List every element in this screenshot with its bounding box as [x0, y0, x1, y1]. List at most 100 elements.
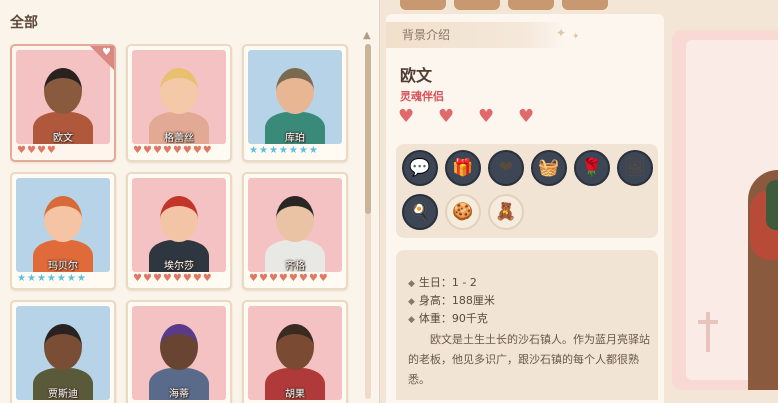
portrait-head: [160, 68, 198, 114]
portrait-head: [276, 196, 314, 242]
star-icon: ★: [46, 273, 57, 284]
portrait-head: [44, 324, 82, 370]
weight-label: 体重：: [418, 312, 452, 325]
cross-decoration: [706, 312, 710, 352]
heart-icon: ♥: [438, 106, 455, 127]
weight-value: 90千克: [451, 312, 488, 325]
character-card-name: 欧文: [53, 133, 73, 144]
heart-icon: ♥: [17, 145, 27, 156]
star-icon: ★: [258, 145, 269, 156]
top-tab-strip: [400, 0, 700, 10]
portrait-head: [44, 68, 82, 114]
heart-icon: ♥: [36, 145, 47, 156]
character-card-name: 胡果: [285, 389, 305, 400]
character-card[interactable]: 海蒂: [126, 300, 232, 403]
relationship-hearts: ♥ ♥ ♥ ♥: [398, 106, 558, 127]
favorite-heart-icon: ♥: [102, 47, 111, 58]
character-info: ◆ 生日：1 - 2 ◆ 身高：188厘米 ◆ 体重：90千克 欧文是土生土长的沙石镇…: [396, 250, 658, 400]
rose-icon[interactable]: 🌹: [574, 150, 610, 186]
diamond-icon: ◆: [408, 279, 415, 289]
scroll-thumb[interactable]: [365, 44, 371, 214]
relationship-level: ♥♥♥♥: [17, 146, 57, 156]
heart-icon: ♥: [182, 145, 193, 156]
character-bio: 欧文是土生土长的沙石镇人。作为蓝月亮驿站的老板，他见多识广，跟沙石镇的每个人都很…: [408, 333, 650, 386]
heart-icon: ♥: [298, 273, 309, 284]
heart-icon: ♥: [152, 273, 163, 284]
relationship-status: 灵魂伴侣: [400, 90, 444, 103]
cross-decoration-bar: [698, 320, 718, 324]
character-detail-panel: 背景介绍 ✦ ✦ 欧文 灵魂伴侣 ♥ ♥ ♥ ♥ 💬 🎁 ❤ 🧺 🌹 🖼 🍳 🍪 🧸 ◆ 生日：1 - …: [386, 14, 664, 403]
character-card[interactable]: 库珀 ★★★★★★★: [242, 44, 348, 162]
tab-3[interactable]: [508, 0, 554, 10]
diamond-icon: ◆: [408, 315, 415, 325]
portrait-head: [276, 324, 314, 370]
tab-1[interactable]: [400, 0, 446, 10]
heart-icon: ♥: [518, 106, 535, 127]
character-card-name: 海蒂: [169, 389, 189, 400]
character-card[interactable]: 埃尔莎 ♥♥♥♥♥♥♥♥: [126, 172, 232, 290]
gift-box-icon[interactable]: 🎁: [445, 150, 481, 186]
character-card-name: 贾斯迪: [48, 389, 78, 400]
portrait-head: [160, 324, 198, 370]
diamond-icon: ◆: [408, 297, 415, 307]
tab-4[interactable]: [562, 0, 608, 10]
character-card[interactable]: 格蕾丝 ♥♥♥♥♥♥♥♥: [126, 44, 232, 162]
heart-icon: ♥: [278, 273, 289, 284]
character-card[interactable]: 齐格 ♥♥♥♥♥♥♥♥: [242, 172, 348, 290]
heart-icon[interactable]: ❤: [488, 150, 524, 186]
heart-icon: ♥: [162, 145, 173, 156]
heart-icon: ♥: [162, 273, 173, 284]
birthday-row: ◆ 生日：1 - 2: [408, 274, 477, 290]
star-icon: ★: [36, 273, 47, 284]
portrait-head: [276, 68, 314, 114]
star-icon: ★: [17, 273, 27, 284]
height-value: 188厘米: [451, 294, 495, 307]
heart-icon: ♥: [142, 273, 153, 284]
star-icon: ★: [298, 145, 309, 156]
chef-hat-icon[interactable]: 🍳: [402, 194, 438, 230]
gingerbread-icon[interactable]: 🍪: [445, 194, 481, 230]
character-card[interactable]: 胡果: [242, 300, 348, 403]
heart-icon: ♥: [192, 145, 203, 156]
portrait-head: [160, 196, 198, 242]
character-grid: 欧文 ♥♥♥♥ ♥ 格蕾丝 ♥♥♥♥♥♥♥♥ 库珀 ★★★★★★★ 玛贝尔 ★★★★★★★ 埃尔莎…: [10, 44, 355, 403]
star-icon: ★: [249, 145, 259, 156]
character-card-name: 玛贝尔: [48, 261, 78, 272]
heart-icon: ♥: [172, 145, 183, 156]
chat-bubble-icon[interactable]: 💬: [402, 150, 438, 186]
weight-row: ◆ 体重：90千克: [408, 310, 488, 326]
teddy-bear-icon[interactable]: 🧸: [488, 194, 524, 230]
star-icon: ★: [56, 273, 67, 284]
relationship-level: ★★★★★★★: [249, 146, 319, 156]
heart-icon: ♥: [478, 106, 495, 127]
scrollbar[interactable]: [365, 44, 371, 399]
sparkle-icon: ✦: [556, 26, 567, 40]
birthday-label: 生日：: [418, 276, 452, 289]
heart-icon: ♥: [46, 145, 57, 156]
heart-icon: ♥: [318, 273, 329, 284]
photo-icon[interactable]: 🖼: [617, 150, 653, 186]
character-card[interactable]: 欧文 ♥♥♥♥ ♥: [10, 44, 116, 162]
heart-icon: ♥: [182, 273, 193, 284]
character-card[interactable]: 贾斯迪: [10, 300, 116, 403]
character-card-name: 埃尔莎: [164, 261, 194, 272]
star-icon: ★: [76, 273, 87, 284]
relationship-level: ♥♥♥♥♥♥♥♥: [133, 274, 213, 284]
relationship-level: ♥♥♥♥♥♥♥♥: [249, 274, 329, 284]
character-card-name: 库珀: [285, 133, 305, 144]
character-name: 欧文: [400, 66, 433, 85]
star-icon: ★: [268, 145, 279, 156]
heart-icon: ♥: [133, 273, 143, 284]
portrait-frame: [686, 40, 778, 390]
star-icon: ★: [26, 273, 37, 284]
character-portrait-panel: [672, 30, 778, 390]
washing-machine-icon[interactable]: 🧺: [531, 150, 567, 186]
heart-icon: ♥: [398, 106, 415, 127]
filter-title: 全部: [10, 15, 38, 31]
heart-icon: ♥: [202, 273, 213, 284]
character-card-name: 齐格: [285, 261, 305, 272]
character-card[interactable]: 玛贝尔 ★★★★★★★: [10, 172, 116, 290]
tab-2[interactable]: [454, 0, 500, 10]
birthday-value: 1 - 2: [451, 276, 477, 289]
scroll-up-icon[interactable]: ▲: [363, 30, 371, 41]
